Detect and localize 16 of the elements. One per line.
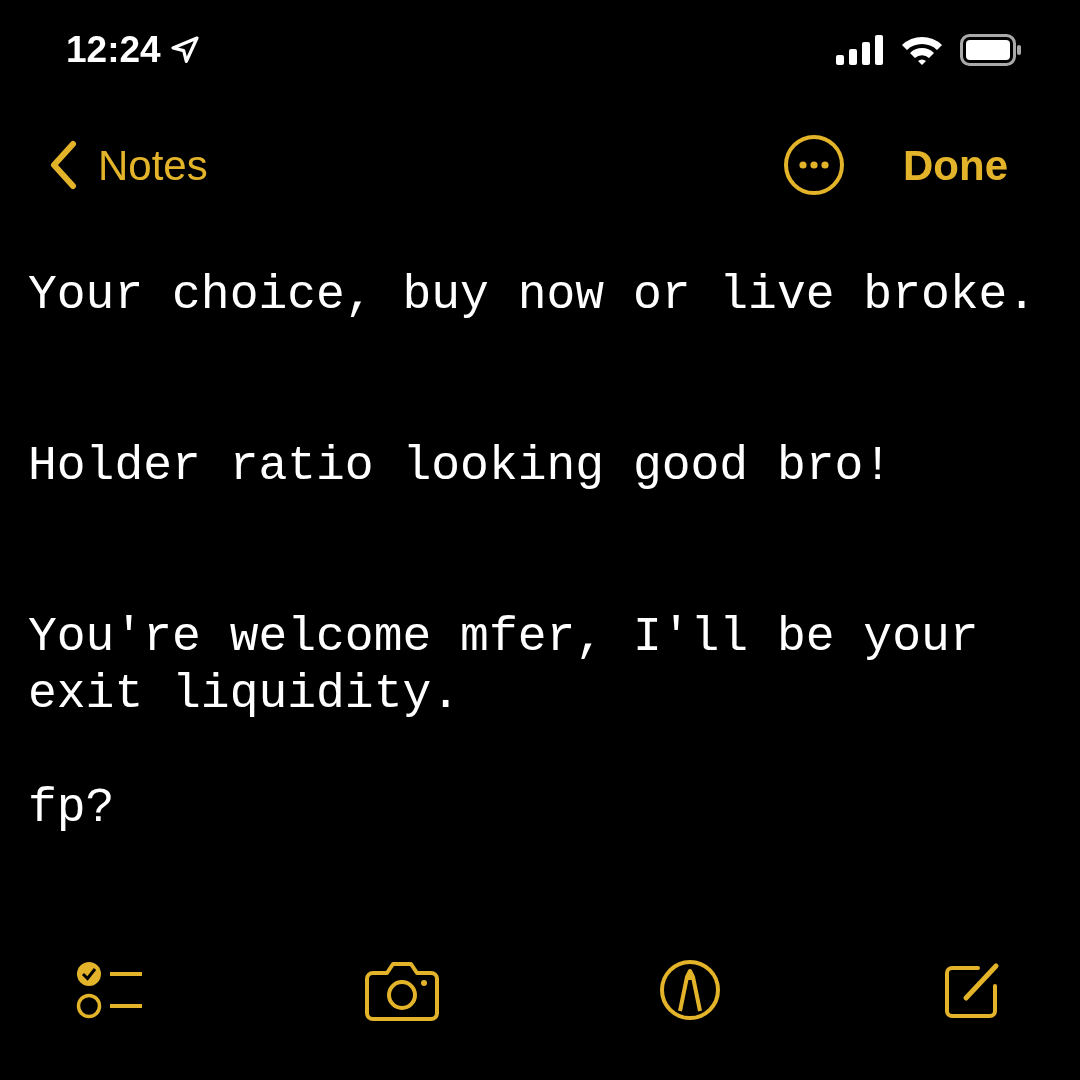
- camera-icon[interactable]: [364, 959, 439, 1021]
- battery-icon: [960, 34, 1022, 66]
- back-chevron-icon: [48, 140, 78, 190]
- signal-icon: [836, 35, 884, 65]
- more-icon[interactable]: [783, 134, 845, 196]
- note-paragraph: You're welcome mfer, I'll be your exit liquidity.: [28, 609, 980, 723]
- note-paragraph: Holder ratio looking good bro!: [28, 438, 894, 495]
- wifi-icon: [900, 34, 944, 66]
- note-paragraph: Your choice, buy now or live broke.: [28, 267, 1038, 324]
- location-arrow-icon: [168, 34, 201, 66]
- done-button[interactable]: Done: [903, 133, 1008, 197]
- note-paragraph: fp?: [28, 780, 116, 837]
- checklist-icon[interactable]: [76, 959, 144, 1021]
- status-time: 12:24: [66, 28, 161, 73]
- back-button[interactable]: Notes: [48, 133, 208, 197]
- markup-pen-icon[interactable]: [659, 959, 722, 1021]
